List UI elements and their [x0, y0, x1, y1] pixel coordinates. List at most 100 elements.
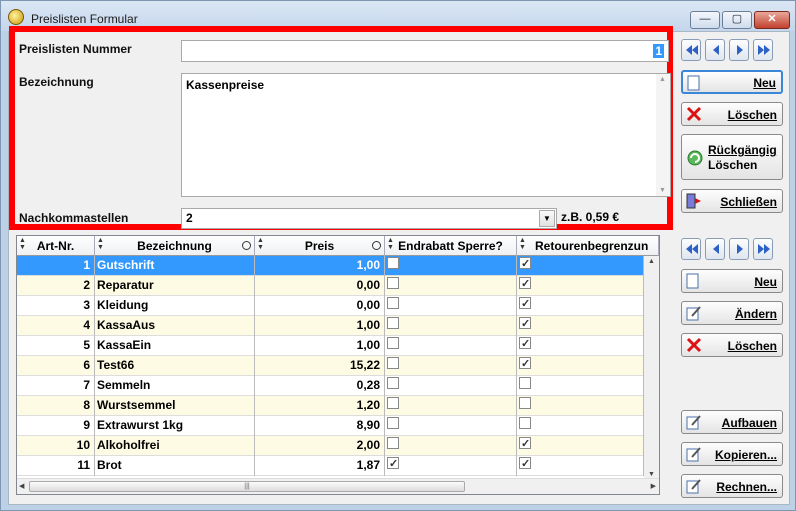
close-form-button[interactable]: Schließen [681, 189, 783, 213]
vertical-scrollbar[interactable]: ▲ ▼ [644, 256, 659, 480]
column-header-retouren[interactable]: ▲ ▼ Retourenbegrenzun [517, 236, 659, 256]
cell-art-nr[interactable]: 9 [17, 416, 95, 436]
cell-art-nr[interactable]: 10 [17, 436, 95, 456]
retouren-checkbox[interactable] [519, 356, 531, 374]
detail-last-button[interactable] [753, 238, 773, 260]
scroll-left-icon[interactable]: ◀ [19, 482, 24, 490]
cell-bezeichnung[interactable]: Semmeln [95, 376, 255, 396]
retouren-checkbox[interactable] [519, 276, 531, 294]
minimize-button[interactable]: — [690, 11, 720, 29]
undo-delete-button[interactable]: Rückgängig Löschen [681, 134, 783, 180]
decimals-select[interactable]: 2 ▼ [181, 208, 557, 229]
cell-bezeichnung[interactable]: Brot [95, 456, 255, 476]
endrabatt-checkbox[interactable] [387, 337, 399, 349]
cell-preis[interactable]: 1,20 [255, 396, 385, 416]
search-icon[interactable] [242, 241, 251, 250]
scroll-down-icon[interactable]: ▼ [648, 471, 655, 478]
cell-art-nr[interactable]: 4 [17, 316, 95, 336]
detail-delete-button[interactable]: Löschen [681, 333, 783, 357]
cell-preis[interactable]: 1,00 [255, 256, 385, 276]
next-record-button[interactable] [729, 39, 749, 61]
cell-art-nr[interactable]: 8 [17, 396, 95, 416]
scroll-thumb[interactable]: ||| [29, 481, 465, 492]
cell-bezeichnung[interactable]: KassaAus [95, 316, 255, 336]
cell-preis[interactable]: 1,00 [255, 336, 385, 356]
detail-next-button[interactable] [729, 238, 749, 260]
cell-art-nr[interactable]: 7 [17, 376, 95, 396]
cell-preis[interactable]: 15,22 [255, 356, 385, 376]
column-header-art-nr[interactable]: ▲ ▼ Art-Nr. [17, 236, 95, 256]
cell-preis[interactable]: 0,00 [255, 296, 385, 316]
last-record-button[interactable] [753, 39, 773, 61]
retouren-checkbox[interactable] [519, 456, 531, 474]
column-header-preis[interactable]: ▲ ▼ Preis [255, 236, 385, 256]
retouren-checkbox[interactable] [519, 316, 531, 334]
table-row[interactable]: 7 Semmeln 0,28 [17, 376, 644, 396]
cell-bezeichnung[interactable]: Wurstsemmel [95, 396, 255, 416]
number-input[interactable]: 1 [181, 40, 669, 62]
column-header-bezeichnung[interactable]: ▲ ▼ Bezeichnung [95, 236, 255, 256]
table-row[interactable]: 11 Brot 1,87 [17, 456, 644, 476]
endrabatt-checkbox[interactable] [387, 317, 399, 329]
description-scrollbar[interactable]: ▲ ▼ [656, 74, 670, 196]
close-button[interactable]: ✕ [754, 11, 790, 29]
scroll-right-icon[interactable]: ▶ [651, 482, 656, 490]
cell-bezeichnung[interactable]: Kleidung [95, 296, 255, 316]
cell-preis[interactable]: 8,90 [255, 416, 385, 436]
dropdown-arrow-icon[interactable]: ▼ [539, 210, 555, 227]
table-row[interactable]: 1 Gutschrift 1,00 [17, 256, 644, 276]
calculate-button[interactable]: Rechnen... [681, 474, 783, 498]
cell-bezeichnung[interactable]: Extrawurst 1kg [95, 416, 255, 436]
detail-edit-button[interactable]: Ändern [681, 301, 783, 325]
endrabatt-checkbox[interactable] [387, 277, 399, 289]
cell-art-nr[interactable]: 11 [17, 456, 95, 476]
table-row[interactable]: 5 KassaEin 1,00 [17, 336, 644, 356]
cell-bezeichnung[interactable]: KassaEin [95, 336, 255, 356]
cell-bezeichnung[interactable]: Test66 [95, 356, 255, 376]
table-row[interactable]: 4 KassaAus 1,00 [17, 316, 644, 336]
scroll-up-icon[interactable]: ▲ [648, 258, 655, 265]
cell-art-nr[interactable]: 6 [17, 356, 95, 376]
previous-record-button[interactable] [705, 39, 725, 61]
cell-preis[interactable]: 1,87 [255, 456, 385, 476]
cell-bezeichnung[interactable]: Gutschrift [95, 256, 255, 276]
endrabatt-checkbox[interactable] [387, 257, 399, 269]
scroll-up-icon[interactable]: ▲ [659, 76, 666, 83]
endrabatt-checkbox[interactable] [387, 417, 399, 429]
retouren-checkbox[interactable] [519, 296, 531, 314]
cell-bezeichnung[interactable]: Reparatur [95, 276, 255, 296]
table-row[interactable]: 10 Alkoholfrei 2,00 [17, 436, 644, 456]
endrabatt-checkbox[interactable] [387, 437, 399, 449]
description-input[interactable]: Kassenpreise ▲ ▼ [181, 73, 671, 197]
new-price-list-button[interactable]: Neu [681, 70, 783, 94]
cell-art-nr[interactable]: 3 [17, 296, 95, 316]
build-button[interactable]: Aufbauen [681, 410, 783, 434]
cell-bezeichnung[interactable]: Alkoholfrei [95, 436, 255, 456]
detail-first-button[interactable] [681, 238, 701, 260]
retouren-checkbox[interactable] [519, 377, 531, 389]
table-row[interactable]: 3 Kleidung 0,00 [17, 296, 644, 316]
endrabatt-checkbox[interactable] [387, 357, 399, 369]
endrabatt-checkbox[interactable] [387, 397, 399, 409]
retouren-checkbox[interactable] [519, 397, 531, 409]
price-table[interactable]: ▲ ▼ Art-Nr. ▲ ▼ Bezeichnung ▲ ▼ Preis ▲ ▼ Endrab… [16, 235, 660, 495]
cell-art-nr[interactable]: 2 [17, 276, 95, 296]
endrabatt-checkbox[interactable] [387, 377, 399, 389]
endrabatt-checkbox[interactable] [387, 456, 399, 474]
retouren-checkbox[interactable] [519, 436, 531, 454]
table-row[interactable]: 8 Wurstsemmel 1,20 [17, 396, 644, 416]
retouren-checkbox[interactable] [519, 417, 531, 429]
detail-new-button[interactable]: Neu [681, 269, 783, 293]
cell-preis[interactable]: 1,00 [255, 316, 385, 336]
endrabatt-checkbox[interactable] [387, 297, 399, 309]
detail-previous-button[interactable] [705, 238, 725, 260]
cell-preis[interactable]: 0,28 [255, 376, 385, 396]
horizontal-scrollbar[interactable]: ◀ ||| ▶ [17, 478, 659, 494]
search-icon[interactable] [372, 241, 381, 250]
table-row[interactable]: 2 Reparatur 0,00 [17, 276, 644, 296]
cell-art-nr[interactable]: 1 [17, 256, 95, 276]
cell-art-nr[interactable]: 5 [17, 336, 95, 356]
column-header-endrabatt[interactable]: ▲ ▼ Endrabatt Sperre? [385, 236, 517, 256]
delete-price-list-button[interactable]: Löschen [681, 102, 783, 126]
retouren-checkbox[interactable] [519, 336, 531, 354]
